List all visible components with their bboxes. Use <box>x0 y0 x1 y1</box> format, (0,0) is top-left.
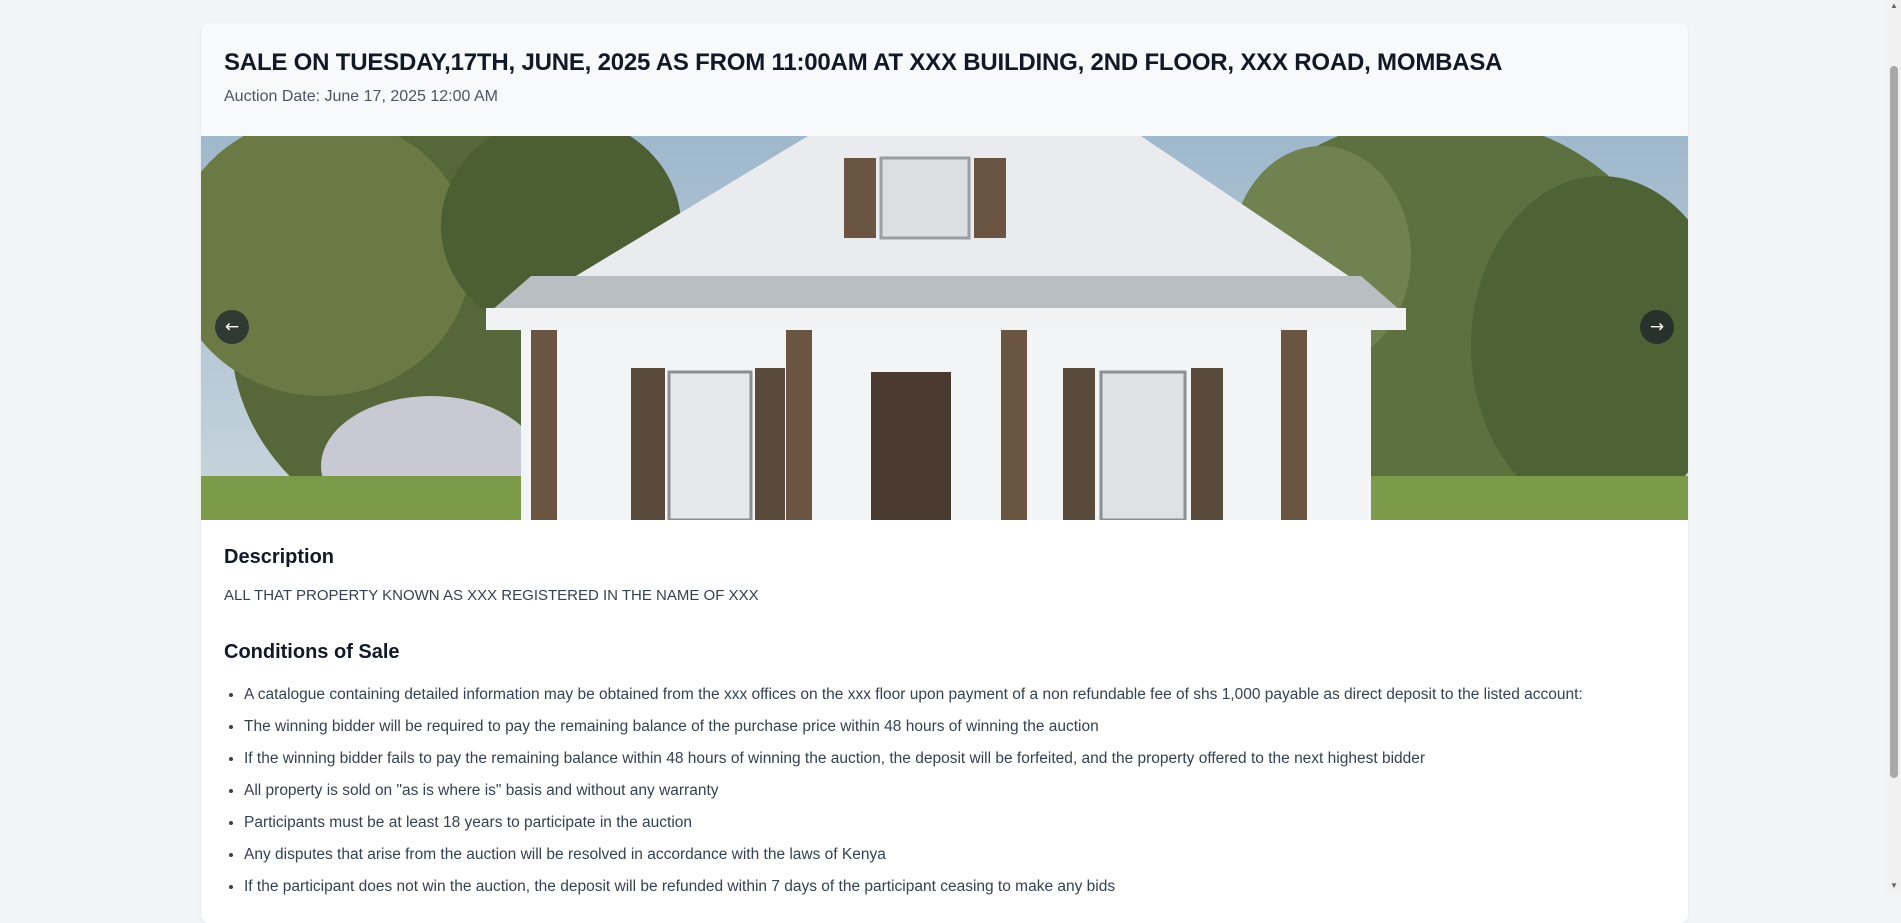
condition-item: The winning bidder will be required to p… <box>244 711 1665 743</box>
scroll-down-icon[interactable]: ▼ <box>1890 882 1898 890</box>
auction-title: SALE ON TUESDAY,17TH, JUNE, 2025 AS FROM… <box>224 49 1503 76</box>
condition-item: If the participant does not win the auct… <box>244 871 1665 903</box>
auction-card: SALE ON TUESDAY,17TH, JUNE, 2025 AS FROM… <box>201 23 1688 923</box>
condition-item: All property is sold on "as is where is"… <box>244 775 1665 807</box>
description-text: ALL THAT PROPERTY KNOWN AS XXX REGISTERE… <box>224 587 759 604</box>
carousel-next-button[interactable]: → <box>1640 310 1674 344</box>
conditions-list: A catalogue containing detailed informat… <box>224 679 1665 903</box>
scroll-up-icon[interactable]: ▲ <box>1890 2 1898 10</box>
condition-item: A catalogue containing detailed informat… <box>244 679 1665 711</box>
scroll-thumb[interactable] <box>1890 66 1898 778</box>
conditions-heading: Conditions of Sale <box>224 641 400 663</box>
property-image <box>201 136 1688 520</box>
condition-item: If the winning bidder fails to pay the r… <box>244 743 1665 775</box>
listing-content: Description ALL THAT PROPERTY KNOWN AS X… <box>201 520 1688 903</box>
description-heading: Description <box>224 546 335 568</box>
auction-date: Auction Date: June 17, 2025 12:00 AM <box>224 88 498 105</box>
image-carousel[interactable]: ← → <box>201 136 1688 520</box>
condition-item: Any disputes that arise from the auction… <box>244 839 1665 871</box>
condition-item: Participants must be at least 18 years t… <box>244 807 1665 839</box>
page-scrollbar[interactable]: ▲ ▼ <box>1887 0 1901 892</box>
auction-header: SALE ON TUESDAY,17TH, JUNE, 2025 AS FROM… <box>201 23 1688 136</box>
carousel-prev-button[interactable]: ← <box>215 310 249 344</box>
